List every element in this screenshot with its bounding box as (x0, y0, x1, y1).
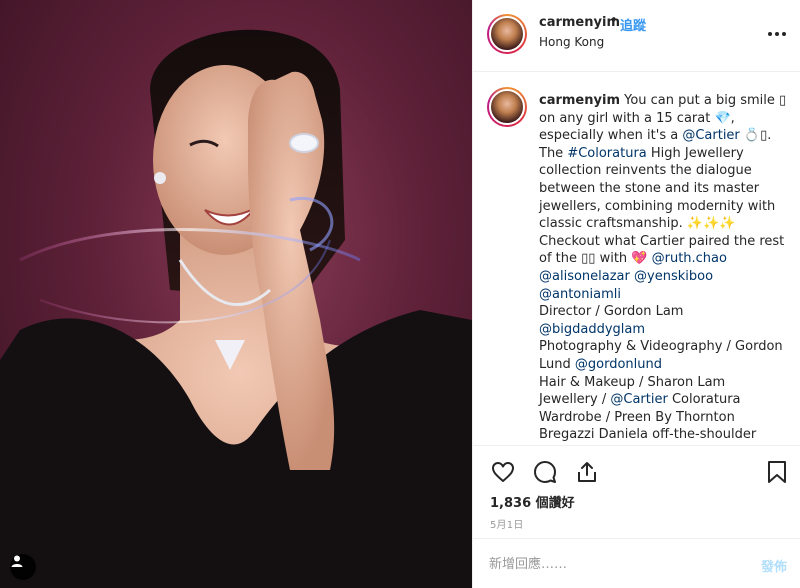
caption-line: Jewellery / @Cartier Coloratura (539, 391, 789, 409)
caption-line: especially when it's a @Cartier 💍▯. (539, 127, 789, 145)
photo-illustration (0, 29, 472, 588)
avatar[interactable] (487, 14, 527, 54)
follow-button[interactable]: 追蹤 (620, 15, 646, 34)
caption-line: Checkout what Cartier paired the rest (539, 233, 785, 249)
caption-text-fragment: High Jewellery (646, 145, 744, 161)
location-link[interactable]: Hong Kong (539, 35, 604, 49)
likes-count[interactable]: 1,836 個讚好 (490, 492, 575, 511)
post-comment-button[interactable]: 發佈 (761, 556, 787, 575)
caption-text-fragment: The (539, 145, 568, 161)
mention-bigdaddyglam[interactable]: @bigdaddyglam (539, 322, 645, 337)
caption-line: Director / Gordon Lam (539, 304, 684, 320)
bookmark-icon[interactable] (763, 458, 791, 486)
heart-icon[interactable] (489, 458, 517, 486)
caption-line: @bigdaddyglam (539, 321, 789, 339)
share-icon[interactable] (573, 458, 601, 486)
caption-line: jewellers, combining modernity with (539, 198, 776, 214)
mention-yenskiboo[interactable]: @yenskiboo (634, 269, 713, 284)
post-date[interactable]: 5月1日 (490, 516, 524, 531)
separator-dot: • (610, 13, 618, 28)
comment-box: 發佈 (473, 538, 800, 588)
more-options-icon[interactable] (767, 27, 787, 41)
caption-line: Wardrobe / Preen By Thornton (539, 409, 735, 425)
comment-icon[interactable] (531, 458, 559, 486)
comment-input[interactable] (489, 553, 739, 575)
caption-text-fragment: of the ▯▯ with 💖 (539, 251, 652, 267)
caption-text-fragment: especially when it's a (539, 128, 683, 144)
mention-cartier[interactable]: @Cartier (682, 128, 739, 143)
caption-text-fragment: Jewellery / (539, 392, 611, 408)
post-side-panel: carmenyim • 追蹤 Hong Kong carmenyim You c… (472, 0, 800, 588)
caption-line: classic craftsmanship. ✨✨✨ (539, 216, 736, 232)
caption-line: @antoniamli (539, 286, 789, 304)
caption-avatar[interactable] (487, 87, 527, 127)
mention-antoniamli[interactable]: @antoniamli (539, 287, 621, 302)
caption-line: collection reinvents the dialogue (539, 163, 752, 179)
mention-ruth-chao[interactable]: @ruth.chao (652, 251, 727, 266)
caption-line: Bregazzi Daniela off-the-shoulder (539, 427, 757, 443)
post-header: carmenyim • 追蹤 Hong Kong (473, 0, 800, 72)
mention-cartier[interactable]: @Cartier (610, 392, 667, 407)
hashtag-coloratura[interactable]: #Coloratura (567, 146, 646, 161)
caption-line: of the ▯▯ with 💖 @ruth.chao (539, 250, 789, 268)
caption-text-fragment: Coloratura (667, 392, 741, 408)
user-tag-icon[interactable] (10, 554, 36, 580)
caption-line: Hair & Makeup / Sharon Lam (539, 374, 726, 390)
caption-line: between the stone and its master (539, 180, 760, 196)
caption-line: Lund @gordonlund (539, 356, 789, 374)
mention-alisonelazar[interactable]: @alisonelazar (539, 269, 630, 284)
caption-username[interactable]: carmenyim (539, 93, 620, 108)
header-username[interactable]: carmenyim (539, 15, 620, 30)
mention-gordonlund[interactable]: @gordonlund (575, 357, 662, 372)
caption-line: on any girl with a 15 carat 💎, (539, 110, 735, 126)
caption-line: @alisonelazar @yenskiboo (539, 268, 789, 286)
caption-line: You can put a big smile ▯ (624, 93, 787, 108)
caption-line: The #Coloratura High Jewellery (539, 145, 789, 163)
caption-text-fragment: Lund (539, 356, 575, 372)
post-photo[interactable] (0, 0, 472, 588)
caption-line: Photography & Videography / Gordon (539, 339, 783, 355)
ring-emoji: 💍▯. (739, 128, 772, 144)
caption-area: carmenyim You can put a big smile ▯ on a… (473, 73, 800, 445)
caption-text: carmenyim You can put a big smile ▯ on a… (539, 92, 789, 444)
